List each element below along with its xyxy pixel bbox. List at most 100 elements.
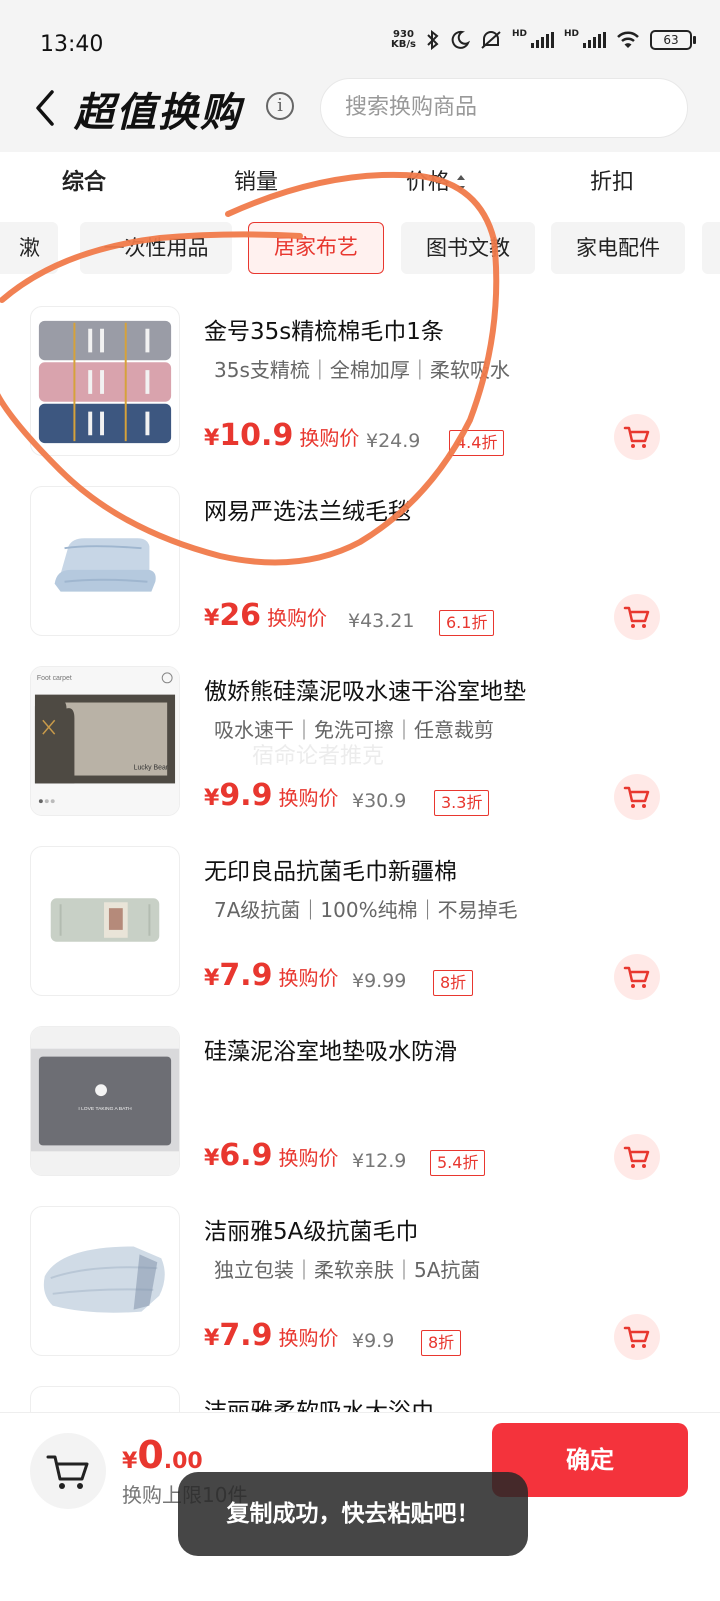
cart-icon: [623, 606, 650, 628]
bluetooth-icon: [427, 30, 439, 50]
image-label-mat: I LOVE TAKING A BATH: [78, 1106, 132, 1112]
exchange-price: ¥10.9 换购价: [204, 418, 359, 453]
sort-tab-price[interactable]: 价格: [406, 164, 466, 196]
cart-icon: [623, 1326, 650, 1348]
total-decimal: .00: [163, 1449, 203, 1474]
cart-button[interactable]: [30, 1433, 106, 1509]
price-label: 换购价: [278, 1326, 339, 1350]
category-chip[interactable]: 图书文教: [401, 222, 535, 274]
header-area: 13:40 930 KB/s HD HD 63 超值换购 i 搜索换购商品: [0, 0, 720, 152]
price-value: 26: [219, 598, 262, 633]
status-time: 13:40: [40, 32, 104, 57]
battery-icon: 63: [650, 30, 696, 50]
currency-symbol: ¥: [122, 1449, 138, 1474]
sort-tab-comprehensive[interactable]: 综合: [62, 164, 106, 196]
original-price: ¥9.9: [352, 1330, 395, 1352]
product-tags: 7A级抗菌｜100%纯棉｜不易掉毛: [214, 898, 518, 922]
wifi-icon: [617, 31, 639, 48]
total-integer: 0: [137, 1433, 164, 1477]
add-to-cart-button[interactable]: [614, 594, 660, 640]
cart-icon: [623, 786, 650, 808]
category-chip[interactable]: 家电配件: [551, 222, 685, 274]
price-label: 换购价: [299, 426, 360, 450]
sort-tab-price-label: 价格: [406, 170, 451, 195]
hd-badge: HD: [511, 29, 527, 39]
exchange-price: ¥9.9 换购价: [204, 778, 338, 813]
original-price: ¥12.9: [352, 1150, 407, 1172]
add-to-cart-button[interactable]: [614, 414, 660, 460]
add-to-cart-button[interactable]: [614, 1314, 660, 1360]
watermark: 宿命论者推克: [252, 744, 385, 769]
search-input[interactable]: 搜索换购商品: [320, 78, 688, 138]
category-chip[interactable]: [702, 222, 720, 274]
discount-badge: 5.4折: [430, 1150, 486, 1176]
discount-badge: 8折: [421, 1330, 462, 1356]
discount-badge: 3.3折: [434, 790, 490, 816]
product-image-towel: [30, 846, 180, 996]
discount-badge: 4.4折: [449, 430, 505, 456]
exchange-price: ¥6.9 换购价: [204, 1138, 338, 1173]
original-price: ¥9.99: [352, 970, 407, 992]
price-label: 换购价: [278, 786, 339, 810]
product-title: 无印良品抗菌毛巾新疆棉: [204, 859, 457, 885]
exchange-price: ¥7.9 换购价: [204, 1318, 338, 1353]
currency-symbol: ¥: [204, 966, 220, 991]
product-tags: 35s支精梳｜全棉加厚｜柔软吸水: [214, 358, 510, 382]
price-label: 换购价: [278, 1146, 339, 1170]
product-title: 硅藻泥浴室地垫吸水防滑: [204, 1039, 457, 1065]
mute-icon: [481, 31, 501, 49]
currency-symbol: ¥: [204, 606, 220, 631]
product-image-bath-mat-bear: Foot carpet Lucky Bear: [30, 666, 180, 816]
price-label: 换购价: [278, 966, 339, 990]
back-arrow-icon[interactable]: [32, 86, 58, 130]
sort-tab-discount[interactable]: 折扣: [590, 164, 634, 196]
signal-icon-2: [583, 32, 606, 48]
price-value: 6.9: [219, 1138, 273, 1173]
toast-message: 复制成功，快去粘贴吧！: [178, 1472, 528, 1556]
cart-icon: [623, 1146, 650, 1168]
exchange-price: ¥26 换购价: [204, 598, 327, 633]
total-price: ¥0.00: [122, 1433, 203, 1477]
net-speed: 930 KB/s: [390, 29, 416, 50]
original-price: ¥30.9: [352, 790, 407, 812]
sort-tab-sales[interactable]: 销量: [234, 164, 278, 196]
price-value: 10.9: [219, 418, 294, 453]
cart-icon: [623, 426, 650, 448]
page-title: 超值换购: [74, 90, 242, 136]
image-label-brand: Lucky Bear: [134, 765, 169, 772]
product-image-blanket: [30, 486, 180, 636]
category-chip[interactable]: 漱: [0, 222, 58, 274]
add-to-cart-button[interactable]: [614, 1134, 660, 1180]
cart-icon: [623, 966, 650, 988]
image-label-top: Foot carpet: [37, 675, 72, 682]
product-image-towels: [30, 306, 180, 456]
add-to-cart-button[interactable]: [614, 774, 660, 820]
product-title: 傲娇熊硅藻泥吸水速干浴室地垫: [204, 679, 526, 705]
product-title: 洁丽雅5A级抗菌毛巾: [204, 1219, 419, 1245]
sort-caret-icon: [456, 175, 466, 191]
category-chip-active[interactable]: 居家布艺: [248, 222, 384, 274]
price-value: 7.9: [219, 958, 273, 993]
product-image-towel-packed: [30, 1206, 180, 1356]
product-title: 金号35s精梳棉毛巾1条: [204, 319, 444, 345]
category-chip[interactable]: 一次性用品: [80, 222, 232, 274]
status-icons: 930 KB/s HD HD 63: [390, 29, 696, 50]
price-value: 7.9: [219, 1318, 273, 1353]
product-item[interactable]: I LOVE TAKING A BATH 硅藻泥浴室地垫吸水防滑 ¥6.9 换购价…: [0, 1020, 720, 1200]
signal-icon: [530, 32, 554, 48]
price-label: 换购价: [267, 606, 328, 630]
add-to-cart-button[interactable]: [614, 954, 660, 1000]
discount-badge: 8折: [433, 970, 474, 996]
info-icon[interactable]: i: [266, 92, 294, 120]
price-value: 9.9: [219, 778, 273, 813]
hd-badge-2: HD: [563, 29, 579, 39]
product-item[interactable]: 洁丽雅5A级抗菌毛巾 独立包装｜柔软亲肤｜5A抗菌 ¥7.9 换购价 ¥9.9 8…: [0, 1200, 720, 1380]
discount-badge: 6.1折: [439, 610, 495, 636]
product-item[interactable]: 无印良品抗菌毛巾新疆棉 7A级抗菌｜100%纯棉｜不易掉毛 ¥7.9 换购价 ¥9…: [0, 840, 720, 1020]
currency-symbol: ¥: [204, 1326, 220, 1351]
product-item[interactable]: 网易严选法兰绒毛毯 ¥26 换购价 ¥43.21 6.1折: [0, 480, 720, 660]
currency-symbol: ¥: [204, 786, 220, 811]
currency-symbol: ¥: [204, 1146, 220, 1171]
original-price: ¥43.21: [348, 610, 415, 632]
product-item[interactable]: 金号35s精梳棉毛巾1条 35s支精梳｜全棉加厚｜柔软吸水 ¥10.9 换购价 ¥…: [0, 300, 720, 480]
